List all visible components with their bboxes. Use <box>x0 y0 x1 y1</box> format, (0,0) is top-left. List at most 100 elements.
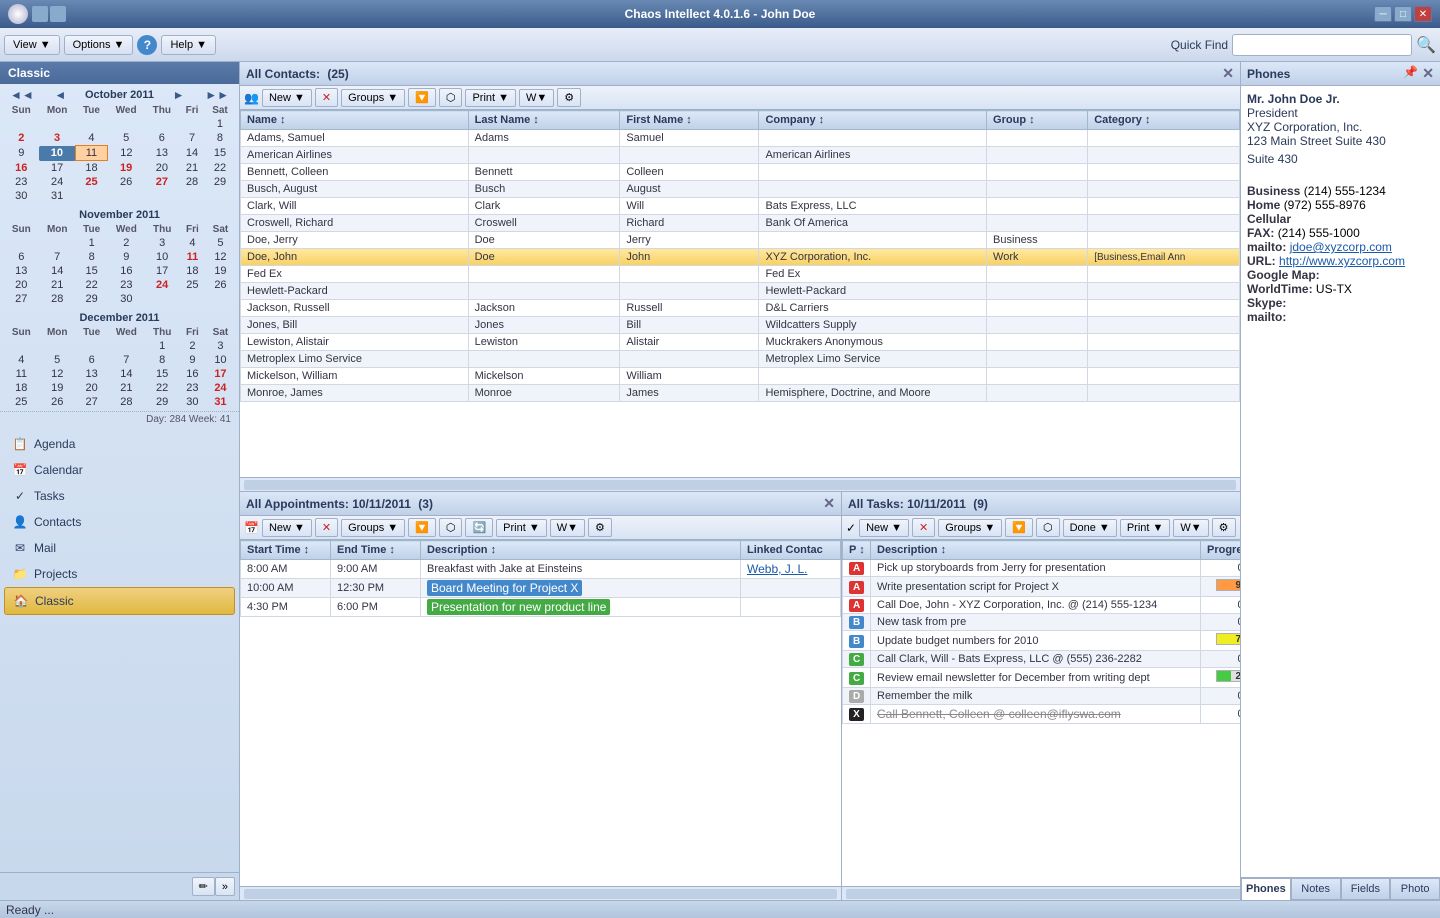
table-row[interactable]: CCall Clark, Will - Bats Express, LLC @ … <box>843 651 1241 668</box>
search-icon[interactable]: 🔍 <box>1416 35 1436 55</box>
contacts-options-button[interactable]: ⚙ <box>557 88 581 107</box>
table-row[interactable]: Hewlett-PackardHewlett-Packard <box>241 283 1240 300</box>
table-row[interactable]: Croswell, RichardCroswellRichardBank Of … <box>241 215 1240 232</box>
appt-sync-button[interactable]: 🔄 <box>465 518 493 537</box>
contacts-export-button[interactable]: ⬡ <box>439 88 463 107</box>
table-row[interactable]: 10:00 AM12:30 PMBoard Meeting for Projec… <box>241 579 841 598</box>
contacts-new-button[interactable]: New ▼ <box>262 89 312 107</box>
options-menu-button[interactable]: Options ▼ <box>64 35 134 55</box>
tasks-groups-button[interactable]: Groups ▼ <box>938 519 1002 537</box>
sidebar-expand-btn[interactable]: » <box>215 877 235 896</box>
maximize-button[interactable]: □ <box>1394 6 1412 22</box>
tasks-col-progress[interactable]: Progress ↕ <box>1201 541 1241 560</box>
table-row[interactable]: Jackson, RussellJacksonRussellD&L Carrie… <box>241 300 1240 317</box>
contacts-delete-button[interactable]: ✕ <box>315 88 338 107</box>
contacts-table-scroll[interactable]: Name ↕ Last Name ↕ First Name ↕ Company … <box>240 110 1240 477</box>
appt-col-start[interactable]: Start Time ↕ <box>241 541 331 560</box>
phones-pin-icon[interactable]: 📌 <box>1403 65 1418 82</box>
tasks-hscroll[interactable] <box>842 886 1240 900</box>
table-row[interactable]: Fed ExFed Ex <box>241 266 1240 283</box>
appt-new-button[interactable]: New ▼ <box>262 519 312 537</box>
appt-col-end[interactable]: End Time ↕ <box>331 541 421 560</box>
sidebar-item-projects[interactable]: 📁 Projects <box>4 561 235 587</box>
appt-filter-button[interactable]: 🔽 <box>408 518 436 537</box>
help-icon[interactable]: ? <box>137 35 157 55</box>
table-row[interactable]: 8:00 AM9:00 AMBreakfast with Jake at Ein… <box>241 560 841 579</box>
table-row[interactable]: ACall Doe, John - XYZ Corporation, Inc. … <box>843 597 1241 614</box>
contacts-hscroll[interactable] <box>240 477 1240 491</box>
table-row[interactable]: Doe, JohnDoeJohnXYZ Corporation, Inc.Wor… <box>241 249 1240 266</box>
table-row[interactable]: Clark, WillClarkWillBats Express, LLC <box>241 198 1240 215</box>
tasks-options-button[interactable]: ⚙ <box>1212 518 1236 537</box>
tasks-print-button[interactable]: Print ▼ <box>1120 519 1171 537</box>
tasks-export-button[interactable]: ⬡ <box>1036 518 1060 537</box>
tasks-word-button[interactable]: W▼ <box>1173 519 1208 537</box>
contacts-groups-button[interactable]: Groups ▼ <box>341 89 405 107</box>
cal-next-btn[interactable]: ► <box>171 88 187 102</box>
col-name[interactable]: Name ↕ <box>241 111 469 130</box>
col-company[interactable]: Company ↕ <box>759 111 987 130</box>
appt-print-button[interactable]: Print ▼ <box>496 519 547 537</box>
table-row[interactable]: Adams, SamuelAdamsSamuel <box>241 130 1240 147</box>
appt-options-button[interactable]: ⚙ <box>588 518 612 537</box>
sidebar-item-mail[interactable]: ✉ Mail <box>4 535 235 561</box>
appt-col-contact[interactable]: Linked Contac <box>741 541 841 560</box>
tasks-col-desc[interactable]: Description ↕ <box>871 541 1201 560</box>
cal-prev-year-btn[interactable]: ◄◄ <box>8 88 36 102</box>
minimize-button[interactable]: ─ <box>1374 6 1392 22</box>
tab-photo[interactable]: Photo <box>1390 878 1440 900</box>
col-firstname[interactable]: First Name ↕ <box>620 111 759 130</box>
phones-close-btn[interactable]: ✕ <box>1422 65 1434 82</box>
appt-word-button[interactable]: W▼ <box>550 519 585 537</box>
table-row[interactable]: Bennett, ColleenBennettColleen <box>241 164 1240 181</box>
contacts-print-button[interactable]: Print ▼ <box>465 89 516 107</box>
contacts-word-button[interactable]: W▼ <box>519 89 554 107</box>
help-menu-button[interactable]: Help ▼ <box>161 35 216 55</box>
table-row[interactable]: Mickelson, WilliamMickelsonWilliam <box>241 368 1240 385</box>
tasks-col-priority[interactable]: P ↕ <box>843 541 871 560</box>
close-button[interactable]: ✕ <box>1414 6 1432 22</box>
sidebar-item-contacts[interactable]: 👤 Contacts <box>4 509 235 535</box>
tasks-new-button[interactable]: New ▼ <box>859 519 909 537</box>
table-row[interactable]: Lewiston, AlistairLewistonAlistairMuckra… <box>241 334 1240 351</box>
tasks-filter-button[interactable]: 🔽 <box>1005 518 1033 537</box>
tab-fields[interactable]: Fields <box>1341 878 1391 900</box>
sidebar-item-calendar[interactable]: 📅 Calendar <box>4 457 235 483</box>
appt-groups-button[interactable]: Groups ▼ <box>341 519 405 537</box>
contacts-filter-button[interactable]: 🔽 <box>408 88 436 107</box>
view-menu-button[interactable]: View ▼ <box>4 35 60 55</box>
email-link[interactable]: jdoe@xyzcorp.com <box>1290 240 1392 254</box>
appt-close-btn[interactable]: ✕ <box>823 495 835 512</box>
table-row[interactable]: Metroplex Limo ServiceMetroplex Limo Ser… <box>241 351 1240 368</box>
appt-hscroll[interactable] <box>240 886 841 900</box>
cal-next-year-btn[interactable]: ►► <box>203 88 231 102</box>
tasks-table-scroll[interactable]: P ↕ Description ↕ Progress ↕ Group ↕ APi… <box>842 540 1240 886</box>
sidebar-item-agenda[interactable]: 📋 Agenda <box>4 431 235 457</box>
quickfind-input[interactable] <box>1232 34 1412 56</box>
table-row[interactable]: Busch, AugustBuschAugust <box>241 181 1240 198</box>
cal-prev-btn[interactable]: ◄ <box>52 88 68 102</box>
col-category[interactable]: Category ↕ <box>1088 111 1240 130</box>
table-row[interactable]: American AirlinesAmerican Airlines <box>241 147 1240 164</box>
tasks-done-button[interactable]: Done ▼ <box>1063 519 1117 537</box>
table-row[interactable]: 4:30 PM6:00 PMPresentation for new produ… <box>241 598 841 617</box>
table-row[interactable]: Jones, BillJonesBillWildcatters Supply <box>241 317 1240 334</box>
table-row[interactable]: APick up storyboards from Jerry for pres… <box>843 560 1241 577</box>
tab-phones[interactable]: Phones <box>1241 878 1291 900</box>
col-group[interactable]: Group ↕ <box>987 111 1088 130</box>
appt-delete-button[interactable]: ✕ <box>315 518 338 537</box>
table-row[interactable]: XCall Bennett, Colleen @ colleen@iflyswa… <box>843 705 1241 724</box>
table-row[interactable]: BNew task from pre0% <box>843 614 1241 631</box>
table-row[interactable]: Doe, JerryDoeJerryBusiness <box>241 232 1240 249</box>
appt-col-desc[interactable]: Description ↕ <box>421 541 741 560</box>
table-row[interactable]: BUpdate budget numbers for 201070% <box>843 631 1241 651</box>
tab-notes[interactable]: Notes <box>1291 878 1341 900</box>
url-link[interactable]: http://www.xyzcorp.com <box>1279 254 1405 268</box>
sidebar-item-tasks[interactable]: ✓ Tasks <box>4 483 235 509</box>
table-row[interactable]: CReview email newsletter for December fr… <box>843 668 1241 688</box>
appt-table-scroll[interactable]: Start Time ↕ End Time ↕ Description ↕ Li… <box>240 540 841 886</box>
table-row[interactable]: DRemember the milk0% <box>843 688 1241 705</box>
sidebar-edit-btn[interactable]: ✏ <box>192 877 215 896</box>
table-row[interactable]: AWrite presentation script for Project X… <box>843 577 1241 597</box>
tasks-delete-button[interactable]: ✕ <box>912 518 935 537</box>
